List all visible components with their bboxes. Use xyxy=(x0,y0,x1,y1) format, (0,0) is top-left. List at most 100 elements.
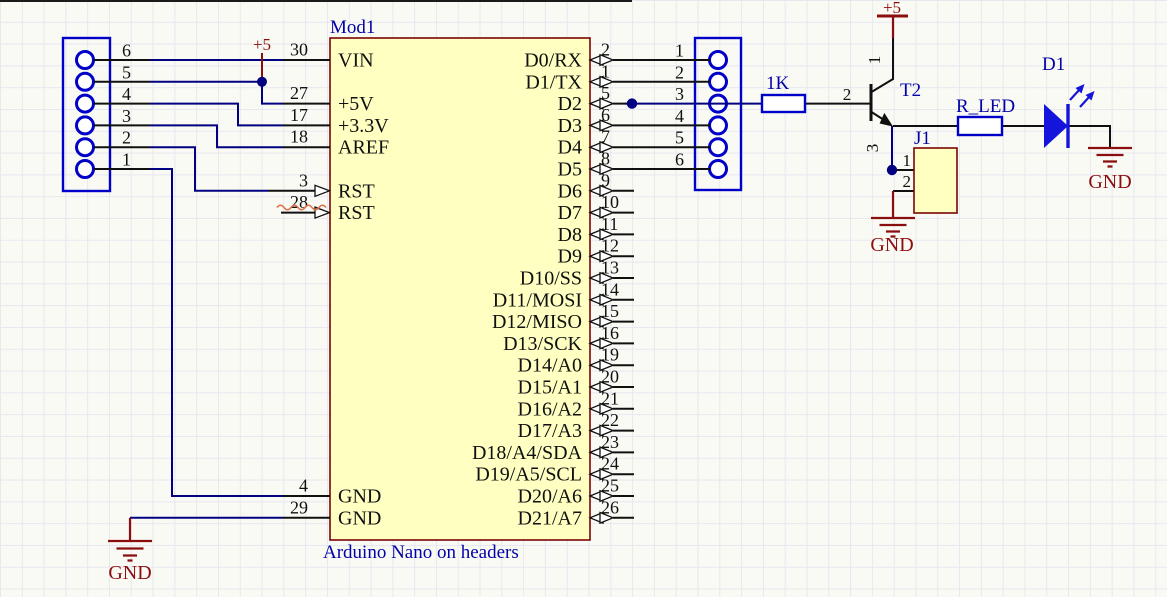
arduino-module[interactable]: Mod1 Arduino Nano on headers 30 VIN 27 +5V 1… xyxy=(268,17,634,563)
module-pin-name: D2 xyxy=(558,93,582,115)
connector-pin-circle[interactable] xyxy=(710,161,727,178)
resistor-rled[interactable]: R_LED xyxy=(956,96,1015,135)
module-pin-name: D0/RX xyxy=(524,50,582,72)
junction-dot xyxy=(257,77,267,87)
connector-pin-circle[interactable] xyxy=(77,139,94,156)
module-pin-name: +5V xyxy=(338,93,374,115)
module-pin-name: D14/A0 xyxy=(518,355,582,377)
module-pin-name: +3.3V xyxy=(338,115,389,137)
connector-pin-number: 3 xyxy=(675,84,684,104)
module-designator[interactable]: Mod1 xyxy=(330,17,375,38)
wire-pin3-aref[interactable] xyxy=(150,125,283,147)
connector-pin-circle[interactable] xyxy=(710,73,727,90)
connector-pin-circle[interactable] xyxy=(710,52,727,69)
resistor-body[interactable] xyxy=(762,95,805,112)
connector-pin-circle[interactable] xyxy=(710,139,727,156)
transistor-pin1-number: 1 xyxy=(865,56,884,65)
module-pin-name: D9 xyxy=(558,246,582,268)
jack-body[interactable] xyxy=(914,148,957,213)
wire-pin1-gnd[interactable] xyxy=(150,169,283,496)
module-pin-name: D16/A2 xyxy=(518,398,582,420)
module-pin-name: D21/A7 xyxy=(518,507,582,529)
module-pin-name: GND xyxy=(338,486,381,508)
transistor-pin3-number: 3 xyxy=(863,144,882,153)
module-pin-name: D20/A6 xyxy=(518,486,582,508)
module-pin-name: D17/A3 xyxy=(518,420,582,442)
window-edge-line xyxy=(0,0,632,2)
module-pin-name: D15/A1 xyxy=(518,377,582,399)
module-pin-number: 11 xyxy=(601,214,618,234)
module-pin-number: 27 xyxy=(290,83,308,103)
plus5-label[interactable]: +5 xyxy=(253,35,271,54)
module-description[interactable]: Arduino Nano on headers xyxy=(323,542,519,563)
connector-pin-number: 4 xyxy=(122,84,131,104)
module-pin-name: GND xyxy=(338,507,381,529)
module-pin-name: D5 xyxy=(558,159,582,181)
module-pin-number: 1 xyxy=(601,61,610,81)
connector-pin-number: 1 xyxy=(675,41,684,61)
module-pin-number: 21 xyxy=(601,388,619,408)
led-designator[interactable]: D1 xyxy=(1042,54,1065,75)
module-pin-name: D7 xyxy=(558,202,582,224)
module-pin-name: D12/MISO xyxy=(492,311,582,333)
wire-led-to-gnd[interactable] xyxy=(1068,126,1110,148)
module-pin-number: 12 xyxy=(601,236,619,256)
connector-pin-circle[interactable] xyxy=(77,117,94,134)
module-pin-number: 4 xyxy=(299,476,308,496)
resistor-rled-designator[interactable]: R_LED xyxy=(956,96,1015,117)
gnd-label[interactable]: GND xyxy=(870,234,913,256)
gnd-label[interactable]: GND xyxy=(108,562,151,584)
right-connector-leads[interactable] xyxy=(634,60,710,169)
jack-designator[interactable]: J1 xyxy=(914,128,931,149)
plus5-label[interactable]: +5 xyxy=(883,0,901,17)
module-pin-number: 23 xyxy=(601,432,619,452)
connector-pin-number: 3 xyxy=(122,106,131,126)
resistor-1k[interactable]: 1K xyxy=(762,73,805,112)
resistor-1k-designator[interactable]: 1K xyxy=(766,73,790,94)
connector-pin-circle[interactable] xyxy=(710,117,727,134)
module-pin-number: 18 xyxy=(290,127,308,147)
transistor-t2[interactable]: T2 1 2 3 xyxy=(843,38,921,152)
module-pin-number: 6 xyxy=(601,105,610,125)
transistor-pin2-number: 2 xyxy=(843,85,852,104)
jack-pin2-number: 2 xyxy=(903,172,912,191)
connector-pin-number: 4 xyxy=(675,106,684,126)
connector-pin-circle[interactable] xyxy=(77,52,94,69)
power-port-plus5-right[interactable]: +5 xyxy=(877,0,908,38)
gnd-label[interactable]: GND xyxy=(1088,171,1131,193)
transistor-designator[interactable]: T2 xyxy=(900,80,921,101)
led-triangle[interactable] xyxy=(1044,104,1068,148)
module-pin-number: 30 xyxy=(290,40,308,60)
led-d1[interactable]: D1 xyxy=(1042,54,1095,148)
module-pin-number: 10 xyxy=(601,192,619,212)
gnd-bars xyxy=(108,541,152,561)
module-pin-number: 16 xyxy=(601,323,619,343)
gnd-port-under-led[interactable]: GND xyxy=(1088,148,1132,193)
module-pin-name: D1/TX xyxy=(525,71,582,93)
module-pin-number: 3 xyxy=(299,170,308,190)
wire-pin4-3v3[interactable] xyxy=(150,104,283,126)
connector-pin-circle[interactable] xyxy=(77,95,94,112)
resistor-body[interactable] xyxy=(958,117,1002,135)
schematic-canvas: Mod1 Arduino Nano on headers 30 VIN 27 +5V 1… xyxy=(0,0,1167,597)
module-pin-name: VIN xyxy=(338,50,374,72)
gnd-port-bottom-left[interactable]: GND xyxy=(108,518,152,584)
module-pin-number: 9 xyxy=(601,170,610,190)
module-pin-number: 20 xyxy=(601,367,619,387)
module-pin-number: 19 xyxy=(601,345,619,365)
module-pin-number: 26 xyxy=(601,497,619,517)
module-pin-name: RST xyxy=(338,202,375,224)
connector-pin-number: 5 xyxy=(675,128,684,148)
module-pin-name: D19/A5/SCL xyxy=(475,464,582,486)
module-pin-number: 25 xyxy=(601,476,619,496)
module-pin-name: D8 xyxy=(558,224,582,246)
connector-pin-number: 6 xyxy=(675,150,684,170)
module-pin-number: 14 xyxy=(601,279,619,299)
connector-pin-number: 2 xyxy=(675,62,684,82)
module-pin-name: AREF xyxy=(338,137,389,159)
gnd-port-under-jack[interactable]: GND xyxy=(870,191,915,256)
schematic-sheet: Mod1 Arduino Nano on headers 30 VIN 27 +5V 1… xyxy=(0,0,1167,597)
connector-pin-circle[interactable] xyxy=(77,161,94,178)
module-pin-name: RST xyxy=(338,180,375,202)
connector-pin-circle[interactable] xyxy=(77,73,94,90)
